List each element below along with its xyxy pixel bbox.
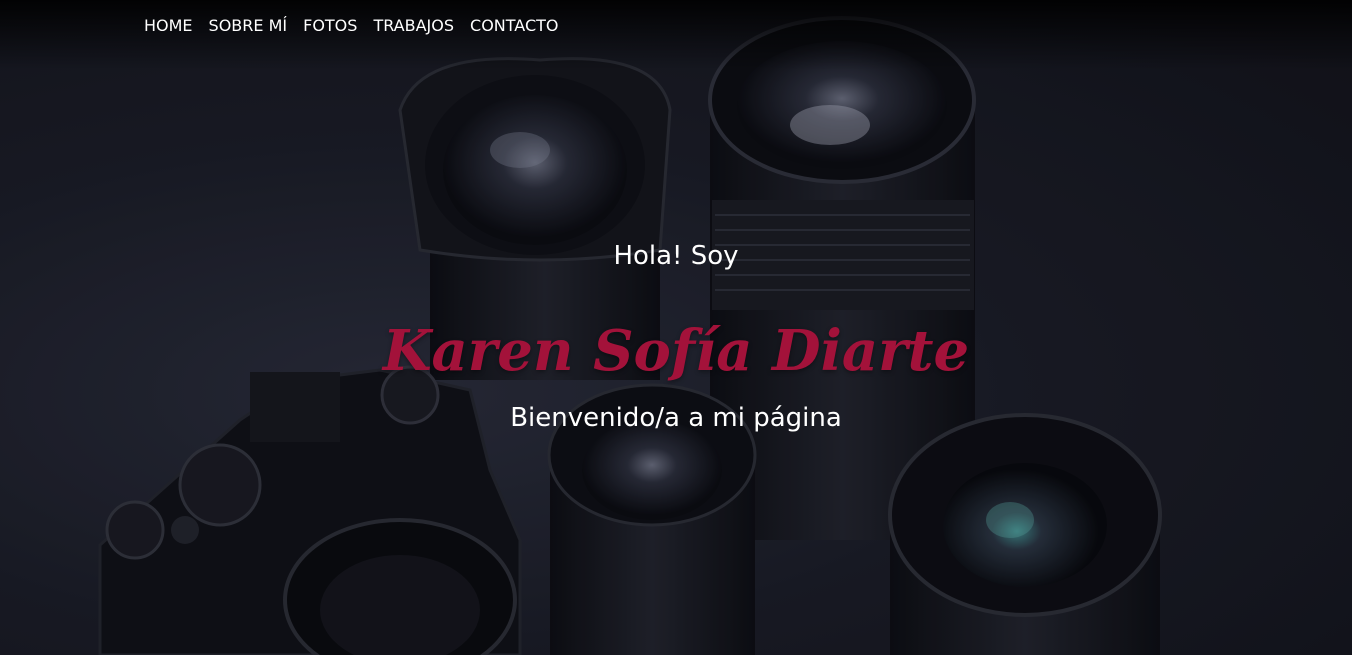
nav-link-sobre-mi[interactable]: SOBRE MÍ <box>209 14 288 38</box>
nav-link-trabajos[interactable]: TRABAJOS <box>373 14 454 38</box>
nav-link-fotos[interactable]: FOTOS <box>303 14 357 38</box>
nav-link-home[interactable]: HOME <box>144 14 193 38</box>
hero-welcome: Bienvenido/a a mi página <box>510 403 842 433</box>
main-navbar: HOME SOBRE MÍ FOTOS TRABAJOS CONTACTO <box>144 14 558 38</box>
nav-link-contacto[interactable]: CONTACTO <box>470 14 558 38</box>
hero-greeting: Hola! Soy <box>613 241 739 271</box>
hero-name: Karen Sofía Diarte <box>382 318 970 384</box>
hero-intro: Hola! Soy Karen Sofía Diarte Bienvenido/… <box>0 236 1352 438</box>
